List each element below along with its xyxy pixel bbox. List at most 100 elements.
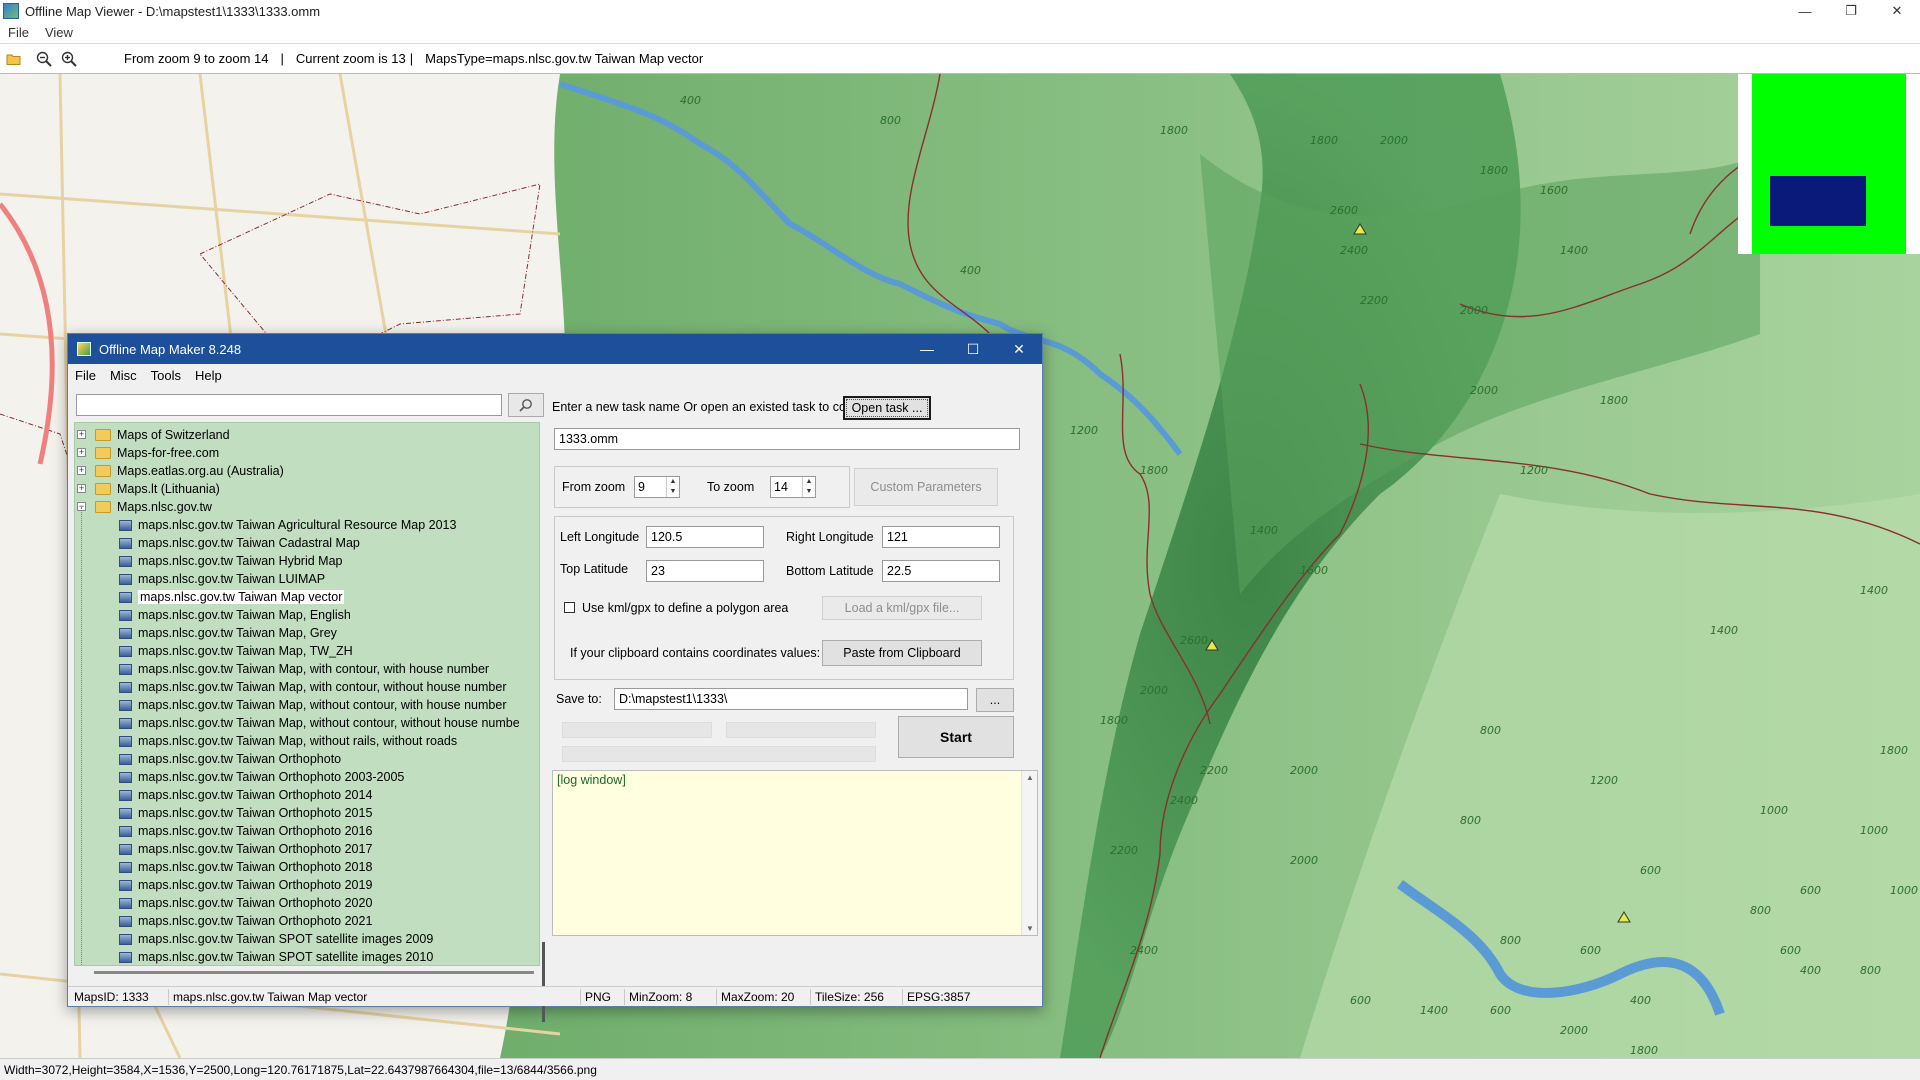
expand-icon[interactable]: + (77, 466, 86, 475)
maker-minimize-button[interactable]: — (904, 334, 950, 364)
maker-menu-help[interactable]: Help (188, 368, 229, 383)
top-latitude-label: Top Latitude (560, 562, 629, 576)
menu-file[interactable]: File (0, 25, 37, 40)
contour-label: 2000 (1290, 854, 1318, 867)
scroll-up-icon[interactable]: ▲ (1026, 773, 1034, 782)
tree-item[interactable]: maps.nlsc.gov.tw Taiwan SPOT satellite i… (75, 930, 433, 948)
tree-item-label: maps.nlsc.gov.tw Taiwan Orthophoto 2019 (138, 878, 373, 892)
maker-menu-misc[interactable]: Misc (103, 368, 144, 383)
contour-label: 2600 (1330, 204, 1358, 217)
kml-polygon-checkbox[interactable] (564, 602, 575, 613)
overview-minimap[interactable] (1738, 74, 1920, 254)
paste-clipboard-button[interactable]: Paste from Clipboard (822, 640, 982, 666)
maps-tree[interactable]: + Maps of Switzerland + Maps-for-free.com + M… (74, 422, 540, 966)
from-zoom-stepper[interactable]: 9 ▲ ▼ (634, 476, 680, 498)
tree-item[interactable]: maps.nlsc.gov.tw Taiwan Map, Grey (75, 624, 337, 642)
maker-menu-tools[interactable]: Tools (144, 368, 188, 383)
start-button[interactable]: Start (898, 716, 1014, 758)
bottom-latitude-input[interactable] (882, 560, 1000, 582)
viewer-window-controls: — ❐ ✕ (1782, 0, 1920, 22)
minimize-button[interactable]: — (1782, 0, 1828, 22)
close-button[interactable]: ✕ (1874, 0, 1920, 22)
to-zoom-stepper[interactable]: 14 ▲ ▼ (770, 476, 816, 498)
tree-folder[interactable]: − Maps.nlsc.gov.tw (75, 498, 212, 516)
tree-vertical-scrollbar[interactable] (542, 942, 545, 1022)
tree-item[interactable]: maps.nlsc.gov.tw Taiwan Map, with contou… (75, 660, 489, 678)
contour-label: 1000 (1860, 824, 1888, 837)
spin-arrows-icon[interactable]: ▲ ▼ (802, 477, 815, 497)
maker-menu-file[interactable]: File (68, 368, 103, 383)
overview-viewport[interactable] (1770, 176, 1866, 226)
tree-item[interactable]: maps.nlsc.gov.tw Taiwan Orthophoto 2019 (75, 876, 372, 894)
expand-icon[interactable]: + (77, 484, 86, 493)
tree-item[interactable]: maps.nlsc.gov.tw Taiwan Orthophoto 2014 (75, 786, 372, 804)
from-zoom-label: From zoom (562, 480, 626, 494)
log-window[interactable]: [log window] ▲ ▼ (552, 770, 1038, 936)
tree-item[interactable]: maps.nlsc.gov.tw Taiwan Orthophoto 2016 (75, 822, 372, 840)
maps-search-button[interactable] (508, 393, 544, 417)
tree-item[interactable]: maps.nlsc.gov.tw Taiwan Map, without con… (75, 714, 520, 732)
tree-folder[interactable]: + Maps.eatlas.org.au (Australia) (75, 462, 284, 480)
tree-item-label: maps.nlsc.gov.tw Taiwan Orthophoto 2003-… (138, 770, 405, 784)
tree-item[interactable]: maps.nlsc.gov.tw Taiwan Orthophoto 2017 (75, 840, 372, 858)
tree-folder[interactable]: + Maps of Switzerland (75, 426, 230, 444)
contour-label: 1400 (1710, 624, 1738, 637)
overview-area (1752, 74, 1906, 254)
menu-view[interactable]: View (37, 25, 81, 40)
zoom-in-button[interactable] (58, 48, 80, 70)
tree-item[interactable]: maps.nlsc.gov.tw Taiwan Orthophoto (75, 750, 341, 768)
viewer-statusbar: Width=3072,Height=3584,X=1536,Y=2500,Lon… (0, 1058, 1920, 1080)
top-latitude-input[interactable] (646, 560, 764, 582)
maker-maximize-button[interactable]: ☐ (950, 334, 996, 364)
tree-item[interactable]: maps.nlsc.gov.tw Taiwan Cadastral Map (75, 534, 360, 552)
spin-arrows-icon[interactable]: ▲ ▼ (666, 477, 679, 497)
map-icon (119, 825, 132, 837)
current-zoom-info: Current zoom is 13 (295, 51, 406, 66)
zoom-range-info: From zoom 9 to zoom 14 (124, 51, 269, 66)
tree-item[interactable]: maps.nlsc.gov.tw Taiwan Map, English (75, 606, 351, 624)
tree-item[interactable]: maps.nlsc.gov.tw Taiwan Map, TW_ZH (75, 642, 353, 660)
open-task-button[interactable]: Open task ... (843, 396, 931, 420)
load-kml-button[interactable]: Load a kml/gpx file... (822, 596, 982, 620)
map-icon (119, 897, 132, 909)
expand-icon[interactable]: + (77, 448, 86, 457)
custom-parameters-button[interactable]: Custom Parameters (854, 468, 998, 506)
tree-item[interactable]: maps.nlsc.gov.tw Taiwan Map, without con… (75, 696, 506, 714)
log-scrollbar[interactable]: ▲ ▼ (1021, 771, 1037, 935)
tree-item[interactable]: maps.nlsc.gov.tw Taiwan Map vector (75, 588, 345, 606)
open-folder-button[interactable] (3, 48, 25, 70)
tree-item[interactable]: maps.nlsc.gov.tw Taiwan Agricultural Res… (75, 516, 456, 534)
maps-search-input[interactable] (76, 394, 502, 416)
tree-item[interactable]: maps.nlsc.gov.tw Taiwan Hybrid Map (75, 552, 342, 570)
tree-item[interactable]: maps.nlsc.gov.tw Taiwan Map, without rai… (75, 732, 457, 750)
tree-item[interactable]: maps.nlsc.gov.tw Taiwan Orthophoto 2021 (75, 912, 372, 930)
task-name-input[interactable] (554, 428, 1020, 450)
tree-item[interactable]: maps.nlsc.gov.tw Taiwan Orthophoto 2020 (75, 894, 372, 912)
tree-item[interactable]: maps.nlsc.gov.tw Taiwan Orthophoto 2003-… (75, 768, 404, 786)
tree-item-label: maps.nlsc.gov.tw Taiwan Orthophoto 2014 (138, 788, 373, 802)
tree-folder[interactable]: + Maps-for-free.com (75, 444, 219, 462)
maker-close-button[interactable]: ✕ (996, 334, 1042, 364)
tree-folder[interactable]: + Maps.lt (Lithuania) (75, 480, 220, 498)
tree-item[interactable]: maps.nlsc.gov.tw Taiwan SPOT satellite i… (75, 948, 433, 965)
browse-folder-button[interactable]: ... (976, 688, 1014, 712)
zoom-out-button[interactable] (33, 48, 55, 70)
tree-item[interactable]: maps.nlsc.gov.tw Taiwan Map, with contou… (75, 678, 506, 696)
save-path-input[interactable] (614, 688, 968, 710)
task-settings-pane: Enter a new task name Or open an existed… (552, 392, 1038, 978)
map-icon (119, 789, 132, 801)
folder-icon (95, 501, 111, 513)
contour-label: 1800 (1880, 744, 1908, 757)
left-longitude-input[interactable] (646, 526, 764, 548)
restore-button[interactable]: ❐ (1828, 0, 1874, 22)
expand-icon[interactable]: + (77, 430, 86, 439)
map-icon (119, 771, 132, 783)
scroll-down-icon[interactable]: ▼ (1026, 924, 1034, 933)
right-longitude-input[interactable] (882, 526, 1000, 548)
tree-item[interactable]: maps.nlsc.gov.tw Taiwan Orthophoto 2018 (75, 858, 372, 876)
tree-item[interactable]: maps.nlsc.gov.tw Taiwan LUIMAP (75, 570, 325, 588)
maker-menubar: File Misc Tools Help (68, 364, 1042, 386)
tree-item[interactable]: maps.nlsc.gov.tw Taiwan Orthophoto 2015 (75, 804, 372, 822)
tree-horizontal-scrollbar[interactable] (94, 971, 534, 974)
viewer-app-icon (3, 3, 19, 19)
